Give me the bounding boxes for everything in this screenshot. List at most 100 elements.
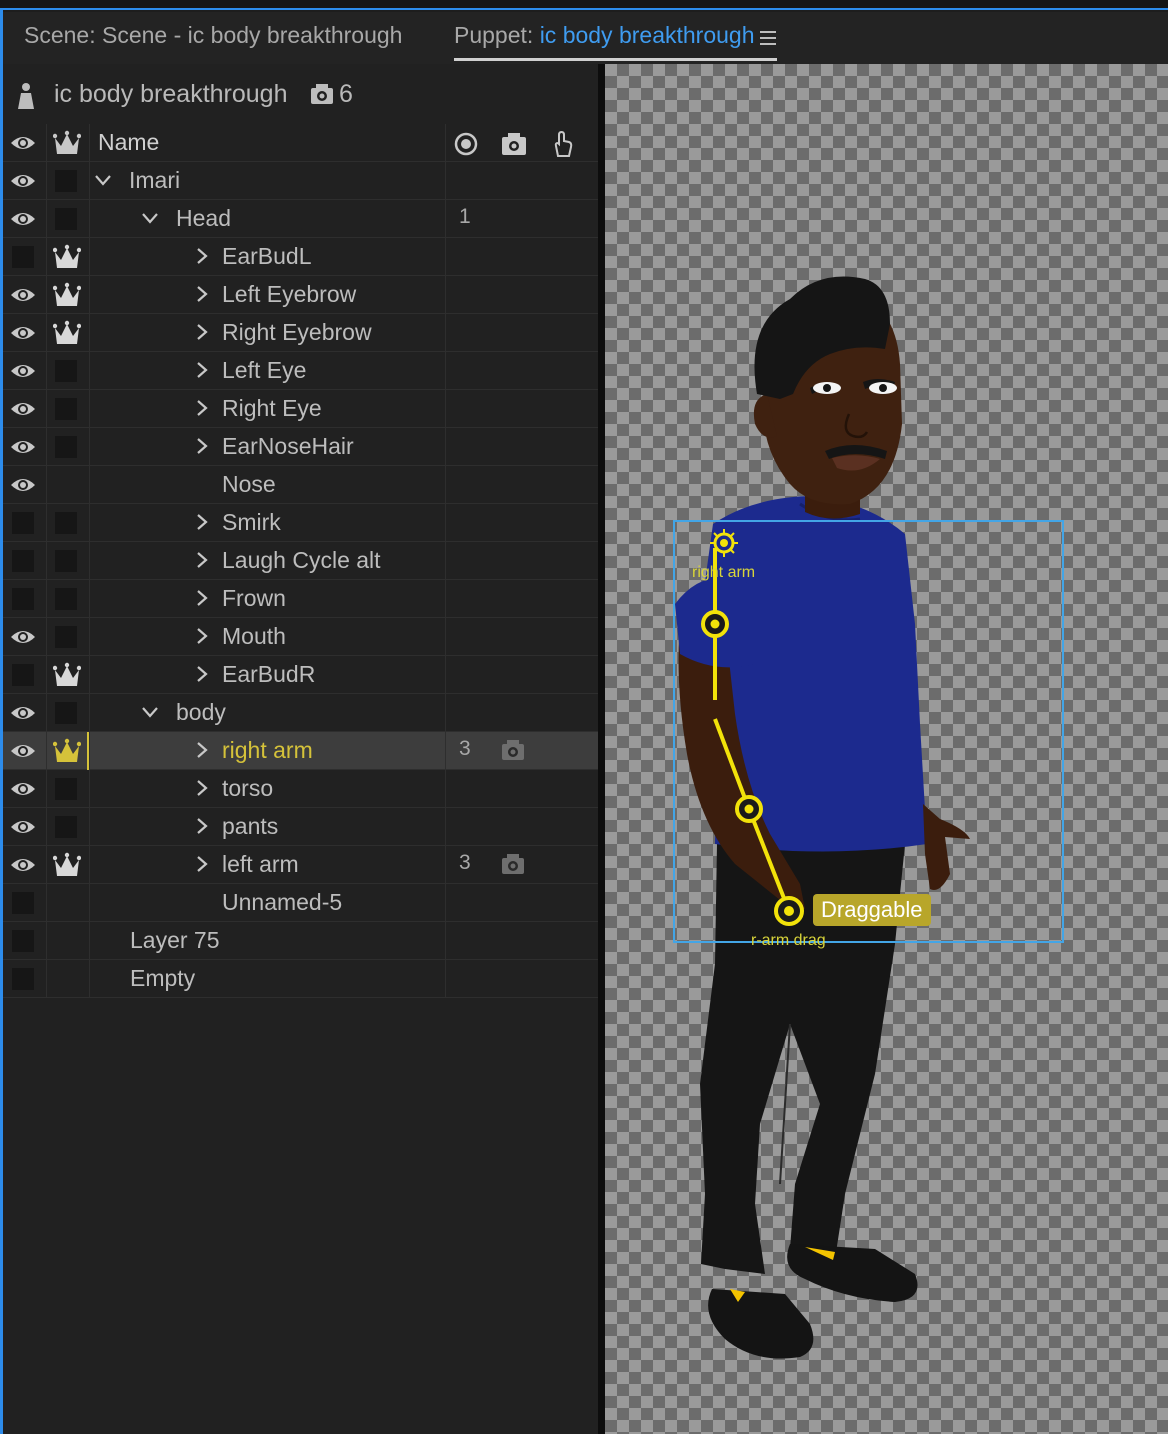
chevron-down-icon[interactable]	[142, 703, 158, 721]
layer-row[interactable]: Right Eyebrow	[3, 314, 598, 352]
independent-crown-icon[interactable]	[53, 738, 81, 764]
shoe-left	[708, 1289, 814, 1359]
visibility-eye-icon[interactable]	[9, 398, 37, 420]
layer-row[interactable]: Left Eye	[3, 352, 598, 390]
origin-column-icon[interactable]	[452, 130, 480, 158]
chevron-right-icon[interactable]	[194, 513, 210, 531]
puppet-stage[interactable]: right arm r-arm drag Draggable	[605, 64, 1168, 1434]
layer-row[interactable]: torso	[3, 770, 598, 808]
chevron-right-icon[interactable]	[194, 399, 210, 417]
visibility-eye-icon[interactable]	[9, 322, 37, 344]
visibility-eye-icon[interactable]	[9, 816, 37, 838]
visibility-toggle[interactable]	[12, 968, 34, 990]
chevron-right-icon[interactable]	[194, 551, 210, 569]
chevron-right-icon[interactable]	[194, 247, 210, 265]
independent-crown-icon[interactable]	[53, 320, 81, 346]
layer-name: EarBudR	[222, 661, 316, 687]
chevron-right-icon[interactable]	[194, 285, 210, 303]
layer-row[interactable]: Head 1	[3, 200, 598, 238]
visibility-toggle[interactable]	[12, 588, 34, 610]
tab-puppet[interactable]: Puppet: ic body breakthrough	[454, 22, 755, 49]
layer-row[interactable]: Laugh Cycle alt	[3, 542, 598, 580]
visibility-toggle[interactable]	[12, 550, 34, 572]
tab-scene[interactable]: Scene: Scene - ic body breakthrough	[24, 22, 402, 49]
independent-toggle[interactable]	[55, 702, 77, 724]
layer-row[interactable]: EarBudL	[3, 238, 598, 276]
independent-toggle[interactable]	[55, 170, 77, 192]
visibility-eye-icon[interactable]	[9, 702, 37, 724]
independent-toggle[interactable]	[55, 360, 77, 382]
independent-toggle[interactable]	[55, 626, 77, 648]
visibility-eye-icon[interactable]	[9, 474, 37, 496]
chevron-right-icon[interactable]	[194, 627, 210, 645]
camera-icon[interactable]	[501, 739, 525, 761]
panel-divider[interactable]	[598, 64, 605, 1434]
layer-name: Imari	[129, 167, 181, 193]
visibility-eye-icon[interactable]	[9, 778, 37, 800]
visibility-toggle[interactable]	[12, 892, 34, 914]
name-column-header[interactable]: Name	[98, 129, 159, 156]
independent-toggle[interactable]	[55, 436, 77, 458]
chevron-right-icon[interactable]	[194, 779, 210, 797]
layer-row[interactable]: Left Eyebrow	[3, 276, 598, 314]
layer-row[interactable]: left arm 3	[3, 846, 598, 884]
touch-column-icon[interactable]	[548, 130, 576, 158]
independent-column-crown-icon[interactable]	[53, 130, 81, 156]
independent-toggle[interactable]	[55, 550, 77, 572]
layer-row[interactable]: Unnamed-5	[3, 884, 598, 922]
independent-toggle[interactable]	[55, 816, 77, 838]
visibility-column-eye-icon[interactable]	[9, 132, 37, 154]
visibility-eye-icon[interactable]	[9, 436, 37, 458]
chevron-right-icon[interactable]	[194, 589, 210, 607]
visibility-eye-icon[interactable]	[9, 626, 37, 648]
visibility-eye-icon[interactable]	[9, 284, 37, 306]
layer-row[interactable]: EarNoseHair	[3, 428, 598, 466]
chevron-right-icon[interactable]	[194, 361, 210, 379]
independent-crown-icon[interactable]	[53, 852, 81, 878]
origin-handle[interactable]	[710, 529, 738, 557]
independent-toggle[interactable]	[55, 588, 77, 610]
layer-row[interactable]: Layer 75	[3, 922, 598, 960]
visibility-eye-icon[interactable]	[9, 208, 37, 230]
chevron-right-icon[interactable]	[194, 855, 210, 873]
layer-row[interactable]: Smirk	[3, 504, 598, 542]
independent-crown-icon[interactable]	[53, 662, 81, 688]
shoulder-handle[interactable]	[701, 610, 729, 638]
visibility-toggle[interactable]	[12, 246, 34, 268]
independent-toggle[interactable]	[55, 208, 77, 230]
elbow-handle[interactable]	[735, 795, 763, 823]
layer-row[interactable]: EarBudR	[3, 656, 598, 694]
independent-toggle[interactable]	[55, 398, 77, 420]
drag-handle[interactable]	[774, 896, 804, 926]
layer-row[interactable]: Imari	[3, 162, 598, 200]
visibility-eye-icon[interactable]	[9, 854, 37, 876]
camera-icon[interactable]	[501, 853, 525, 875]
visibility-eye-icon[interactable]	[9, 170, 37, 192]
chevron-right-icon[interactable]	[194, 741, 210, 759]
independent-crown-icon[interactable]	[53, 282, 81, 308]
chevron-right-icon[interactable]	[194, 665, 210, 683]
independent-crown-icon[interactable]	[53, 244, 81, 270]
chevron-right-icon[interactable]	[194, 437, 210, 455]
camera-column-icon[interactable]	[500, 130, 528, 158]
chevron-right-icon[interactable]	[194, 817, 210, 835]
chevron-down-icon[interactable]	[95, 171, 111, 189]
independent-toggle[interactable]	[55, 512, 77, 534]
layer-row[interactable]: Right Eye	[3, 390, 598, 428]
panel-menu-icon[interactable]	[760, 31, 776, 45]
visibility-toggle[interactable]	[12, 512, 34, 534]
independent-toggle[interactable]	[55, 778, 77, 800]
layer-row[interactable]: Mouth	[3, 618, 598, 656]
layer-row[interactable]: body	[3, 694, 598, 732]
visibility-toggle[interactable]	[12, 664, 34, 686]
layer-row[interactable]: right arm 3	[3, 732, 598, 770]
visibility-eye-icon[interactable]	[9, 740, 37, 762]
layer-row[interactable]: Nose	[3, 466, 598, 504]
chevron-down-icon[interactable]	[142, 209, 158, 227]
layer-row[interactable]: Frown	[3, 580, 598, 618]
visibility-toggle[interactable]	[12, 930, 34, 952]
chevron-right-icon[interactable]	[194, 323, 210, 341]
layer-row[interactable]: pants	[3, 808, 598, 846]
visibility-eye-icon[interactable]	[9, 360, 37, 382]
layer-row[interactable]: Empty	[3, 960, 598, 998]
